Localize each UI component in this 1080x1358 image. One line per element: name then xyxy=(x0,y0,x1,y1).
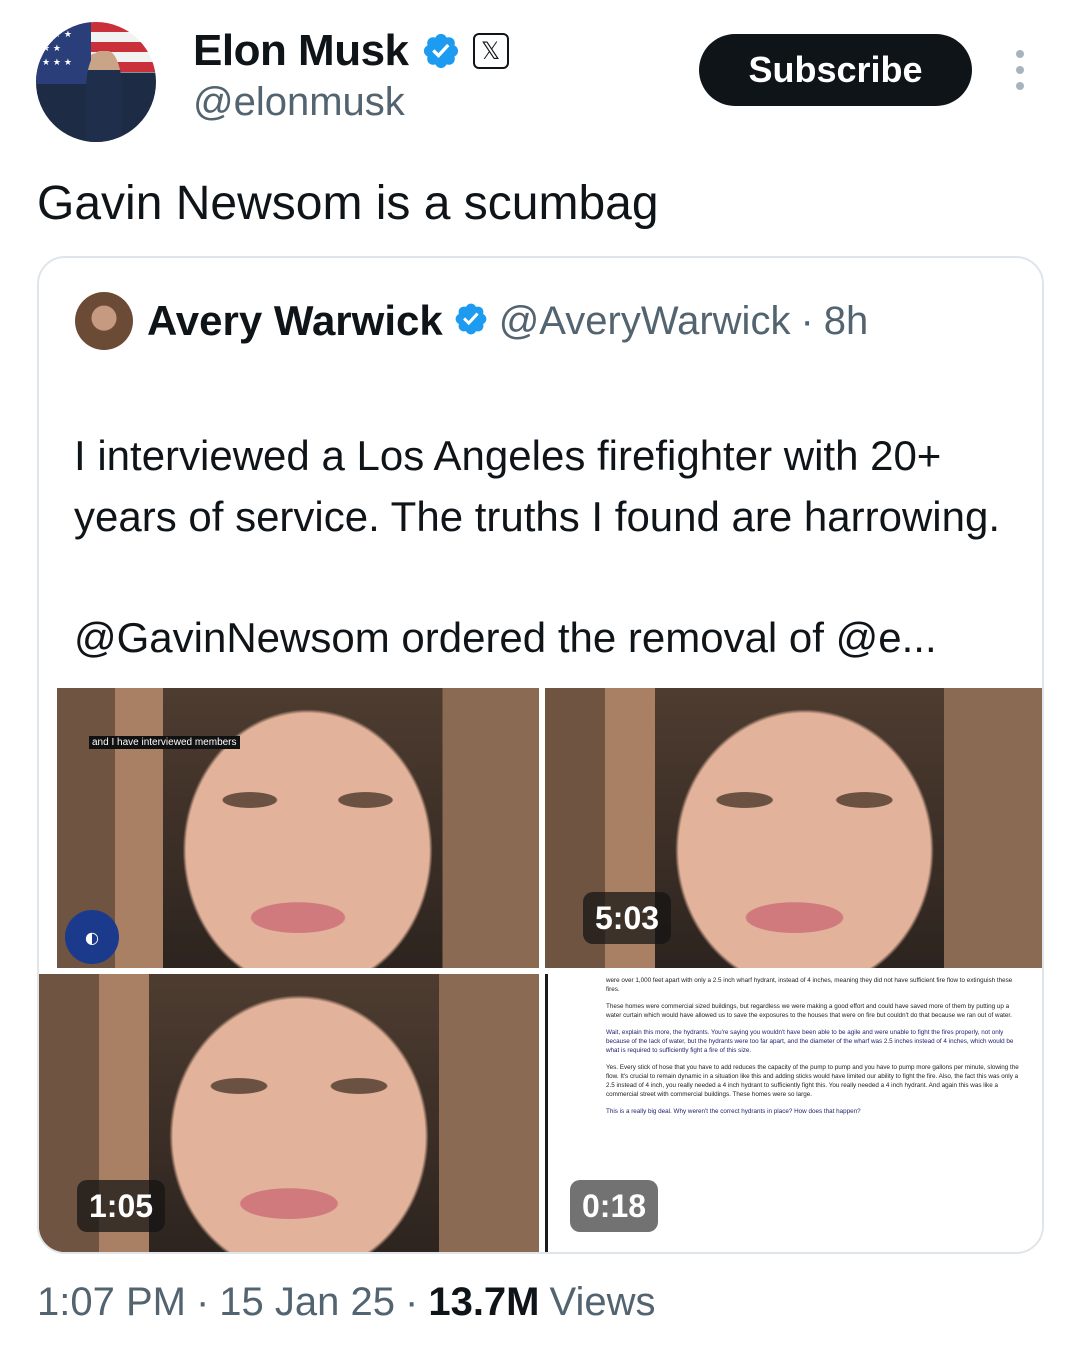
flag-decoration xyxy=(36,22,92,85)
channel-logo-icon: ◐ xyxy=(65,910,119,964)
video-thumbnail xyxy=(57,688,539,968)
views-label: Views xyxy=(549,1280,656,1324)
media-tile-1[interactable]: and I have interviewed members ◐ xyxy=(57,688,539,968)
separator-dot: · xyxy=(195,1280,210,1324)
x-logo-icon: 𝕏 xyxy=(472,33,509,69)
tweet-date[interactable]: 15 Jan 25 xyxy=(219,1280,395,1325)
document-screenshot: were over 1,000 feet apart with only a 2… xyxy=(606,976,1026,1124)
quoted-header: Avery Warwick @AveryWarwick · 8h xyxy=(147,292,868,350)
tweet-time[interactable]: 1:07 PM xyxy=(37,1280,186,1325)
quoted-author-name[interactable]: Avery Warwick xyxy=(147,297,443,345)
video-duration-badge: 1:05 xyxy=(77,1180,166,1232)
media-tile-2[interactable]: 5:03 xyxy=(545,688,1042,968)
media-grid: and I have interviewed members ◐ 5:03 1:… xyxy=(39,688,1042,1252)
separator-dot: · xyxy=(405,1280,419,1324)
quoted-author-handle[interactable]: @AveryWarwick xyxy=(499,299,791,344)
tweet-metadata: 1:07 PM · 15 Jan 25 · 13.7M Views xyxy=(37,1280,655,1325)
tweet-text: Gavin Newsom is a scumbag xyxy=(37,177,659,230)
author-handle[interactable]: @elonmusk xyxy=(193,80,405,125)
subscribe-button[interactable]: Subscribe xyxy=(699,34,972,106)
video-duration-badge: 0:18 xyxy=(570,1180,659,1232)
quoted-tweet-card[interactable]: Avery Warwick @AveryWarwick · 8h I inter… xyxy=(37,256,1044,1254)
quoted-text-paragraph-1: I interviewed a Los Angeles firefighter … xyxy=(74,432,1001,540)
author-name-row: Elon Musk 𝕏 xyxy=(193,26,509,76)
separator-dot: · xyxy=(800,298,814,343)
doc-line: Wait, explain this more, the hydrants. Y… xyxy=(606,1029,1014,1054)
quoted-author-avatar[interactable] xyxy=(75,292,133,350)
author-name[interactable]: Elon Musk xyxy=(193,26,409,76)
doc-line: Yes. Every stick of hose that you have t… xyxy=(606,1064,1019,1098)
video-duration-badge: 5:03 xyxy=(583,892,672,944)
doc-line: were over 1,000 feet apart with only a 2… xyxy=(606,977,1013,993)
quoted-time[interactable]: 8h xyxy=(824,299,869,344)
quoted-text: I interviewed a Los Angeles firefighter … xyxy=(74,364,1014,729)
more-vertical-icon[interactable] xyxy=(1008,50,1032,90)
views-count[interactable]: 13.7M xyxy=(428,1280,539,1325)
doc-line: These homes were commercial sized buildi… xyxy=(606,1003,1012,1019)
verified-badge-icon[interactable] xyxy=(421,31,461,71)
media-tile-4[interactable]: were over 1,000 feet apart with only a 2… xyxy=(545,974,1042,1252)
media-tile-3[interactable]: 1:05 xyxy=(39,974,539,1252)
quoted-text-paragraph-2: @GavinNewsom ordered the removal of @e..… xyxy=(74,614,937,661)
author-avatar[interactable] xyxy=(36,22,156,142)
doc-line: This is a really big deal. Why weren't t… xyxy=(606,1108,861,1115)
video-caption-overlay: and I have interviewed members xyxy=(89,736,240,749)
avatar-figure xyxy=(86,50,123,142)
quoted-verified-badge-icon xyxy=(453,301,489,341)
